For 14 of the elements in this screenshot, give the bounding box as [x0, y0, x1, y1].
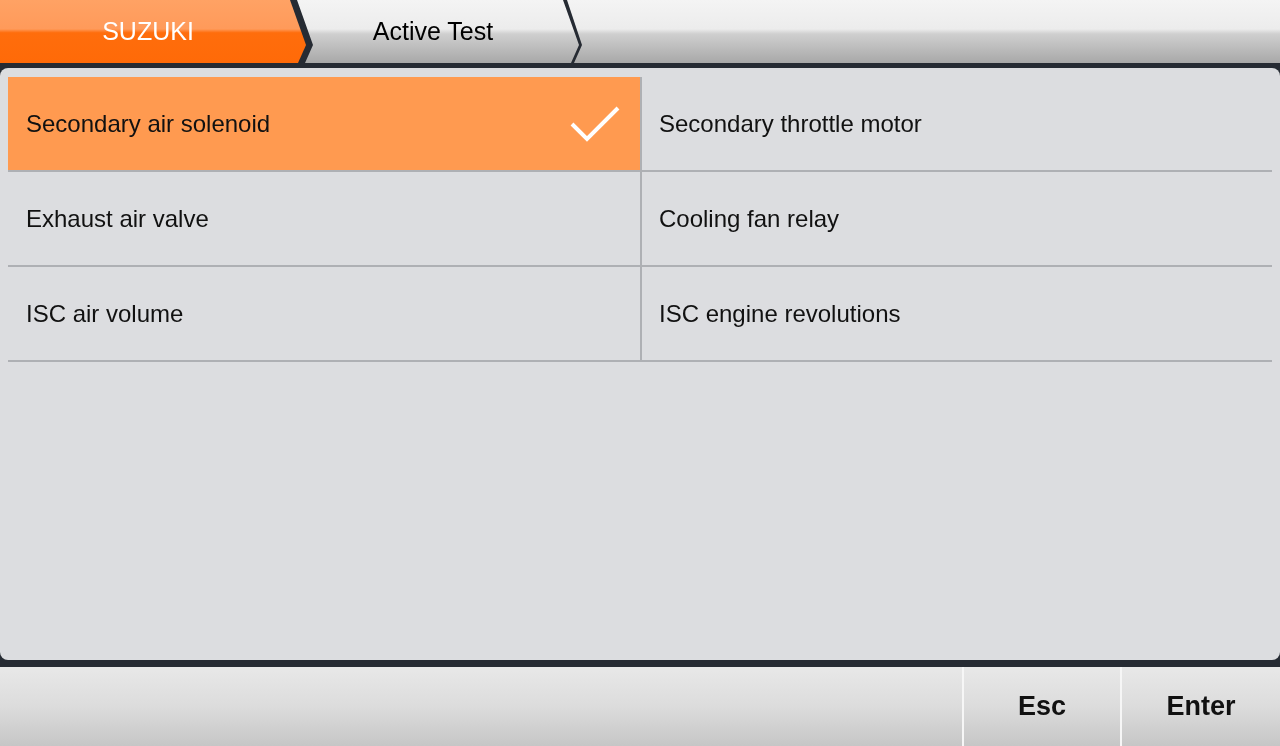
test-item[interactable]: Cooling fan relay: [640, 172, 1272, 267]
test-item[interactable]: Secondary throttle motor: [640, 77, 1272, 172]
test-item-label: ISC air volume: [26, 298, 184, 329]
test-item-label: Cooling fan relay: [659, 203, 840, 234]
test-item-label: Secondary air solenoid: [26, 108, 271, 139]
test-item-label: Secondary throttle motor: [659, 108, 922, 139]
test-item[interactable]: Exhaust air valve: [8, 172, 640, 267]
test-item-label: Exhaust air valve: [26, 203, 209, 234]
breadcrumb-tab[interactable]: Active Test: [297, 0, 579, 63]
test-item[interactable]: ISC engine revolutions: [640, 267, 1272, 362]
test-item-label: ISC engine revolutions: [659, 298, 901, 329]
test-item[interactable]: ISC air volume: [8, 267, 640, 362]
checkmark-icon: [570, 105, 620, 142]
test-item[interactable]: Secondary air solenoid: [8, 77, 640, 172]
